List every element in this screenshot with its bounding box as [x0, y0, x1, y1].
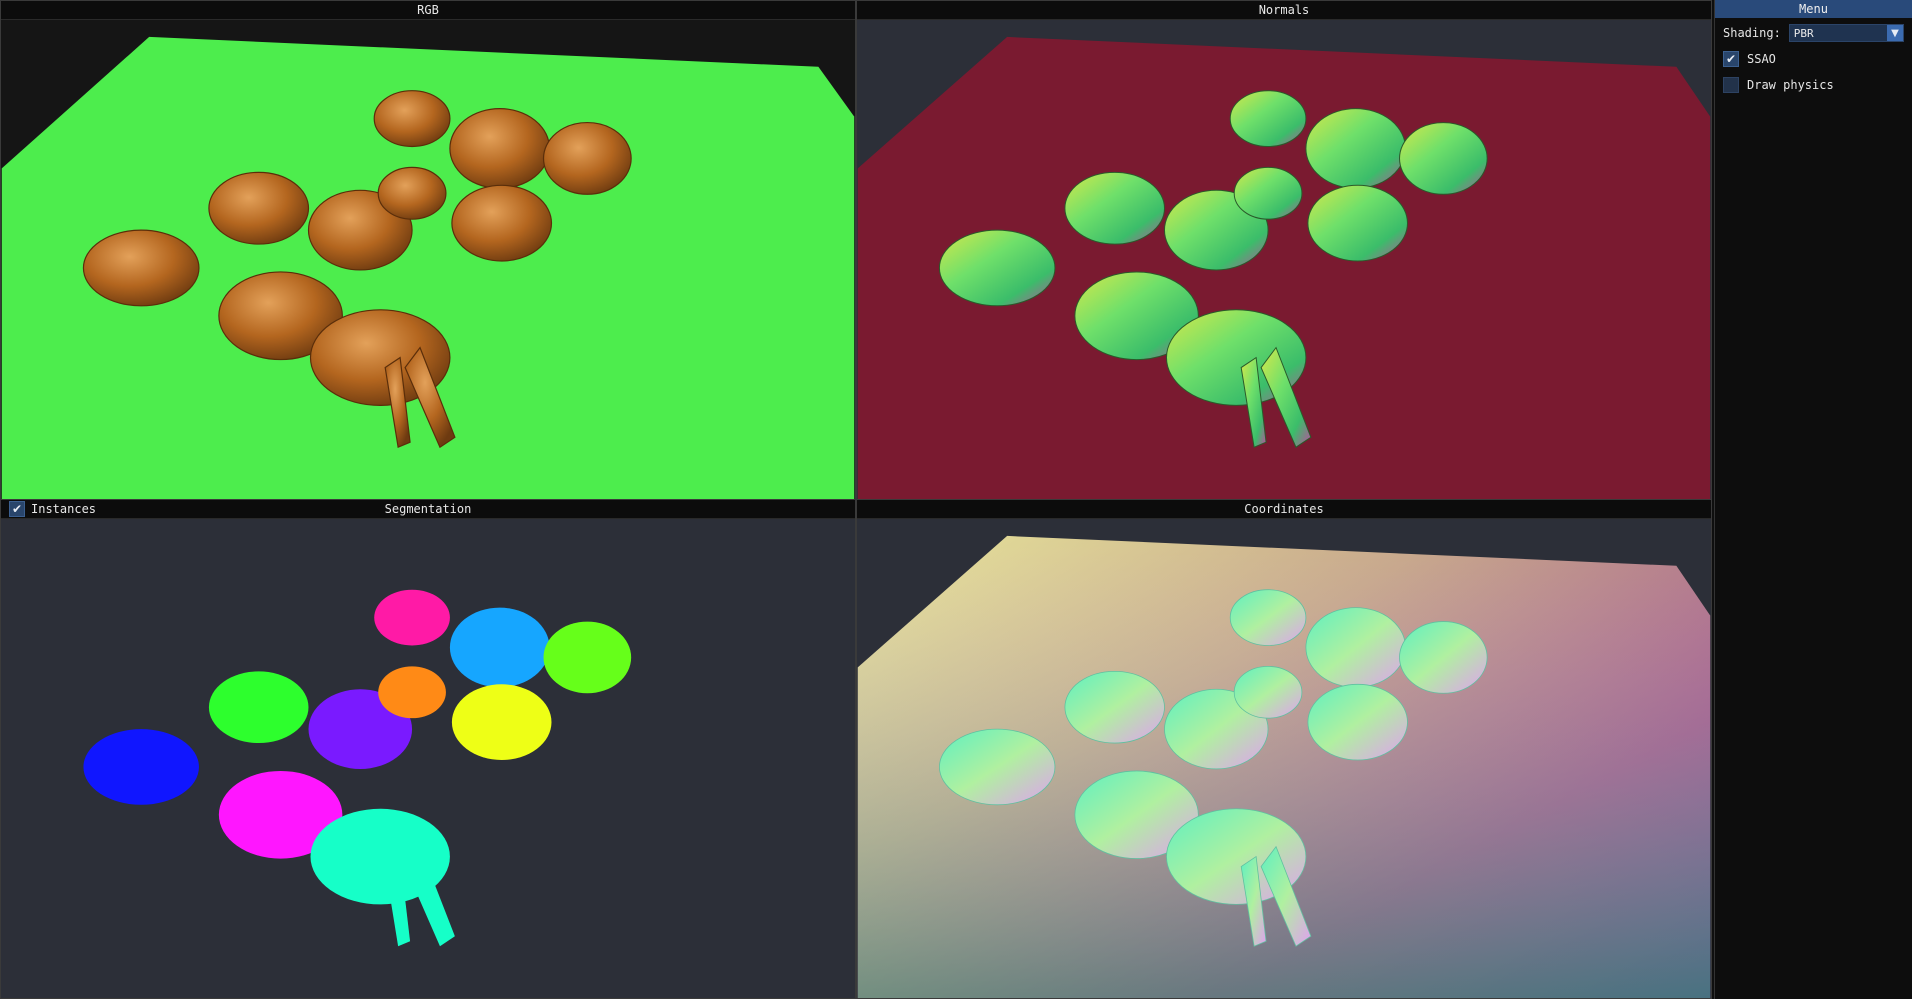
check-icon: ✔ [11, 502, 23, 516]
dropdown-arrow-icon[interactable]: ▼ [1887, 25, 1903, 41]
menu-panel: Menu Shading: PBR ▼ ✔ SSAO ✔ Draw physic… [1714, 0, 1912, 999]
instances-label: Instances [31, 502, 97, 516]
segmentation-instances [83, 589, 632, 947]
ssao-checkbox[interactable]: ✔ [1723, 51, 1739, 67]
ssao-label: SSAO [1747, 52, 1776, 66]
instances-toggle[interactable]: ✔ Instances [9, 501, 96, 517]
shading-select[interactable]: PBR ▼ [1788, 24, 1904, 42]
menu-title: Menu [1799, 2, 1828, 16]
segmentation-pane: ✔ Instances Segmentation [0, 499, 856, 999]
rgb-render [1, 36, 855, 499]
normals-viewport[interactable] [857, 19, 1711, 499]
draw-physics-row[interactable]: ✔ Draw physics [1715, 74, 1912, 96]
segmentation-render [83, 589, 632, 947]
coordinates-pane: Coordinates [856, 499, 1712, 999]
ssao-row[interactable]: ✔ SSAO [1715, 48, 1912, 70]
coordinates-title: Coordinates [1244, 502, 1324, 516]
draw-physics-label: Draw physics [1747, 78, 1834, 92]
segmentation-viewport[interactable] [1, 518, 855, 998]
rgb-pane: RGB [0, 0, 856, 500]
normals-title: Normals [1258, 3, 1310, 17]
draw-physics-checkbox[interactable]: ✔ [1723, 77, 1739, 93]
menu-title-bar: Menu [1715, 0, 1912, 18]
check-icon: ✔ [1725, 52, 1737, 66]
segmentation-title-bar: ✔ Instances Segmentation [1, 500, 855, 519]
normals-render [857, 36, 1711, 499]
rgb-title-bar: RGB [1, 1, 855, 20]
shading-label: Shading: [1723, 26, 1781, 40]
coordinates-render [857, 535, 1711, 998]
instances-checkbox[interactable]: ✔ [9, 501, 25, 517]
normals-title-bar: Normals [857, 1, 1711, 20]
rgb-viewport[interactable] [1, 19, 855, 499]
rgb-title: RGB [417, 3, 439, 17]
coordinates-viewport[interactable] [857, 518, 1711, 998]
coordinates-title-bar: Coordinates [857, 500, 1711, 519]
shading-row: Shading: PBR ▼ [1715, 22, 1912, 44]
shading-value: PBR [1793, 26, 1814, 40]
segmentation-title: Segmentation [384, 502, 472, 516]
normals-pane: Normals [856, 0, 1712, 500]
